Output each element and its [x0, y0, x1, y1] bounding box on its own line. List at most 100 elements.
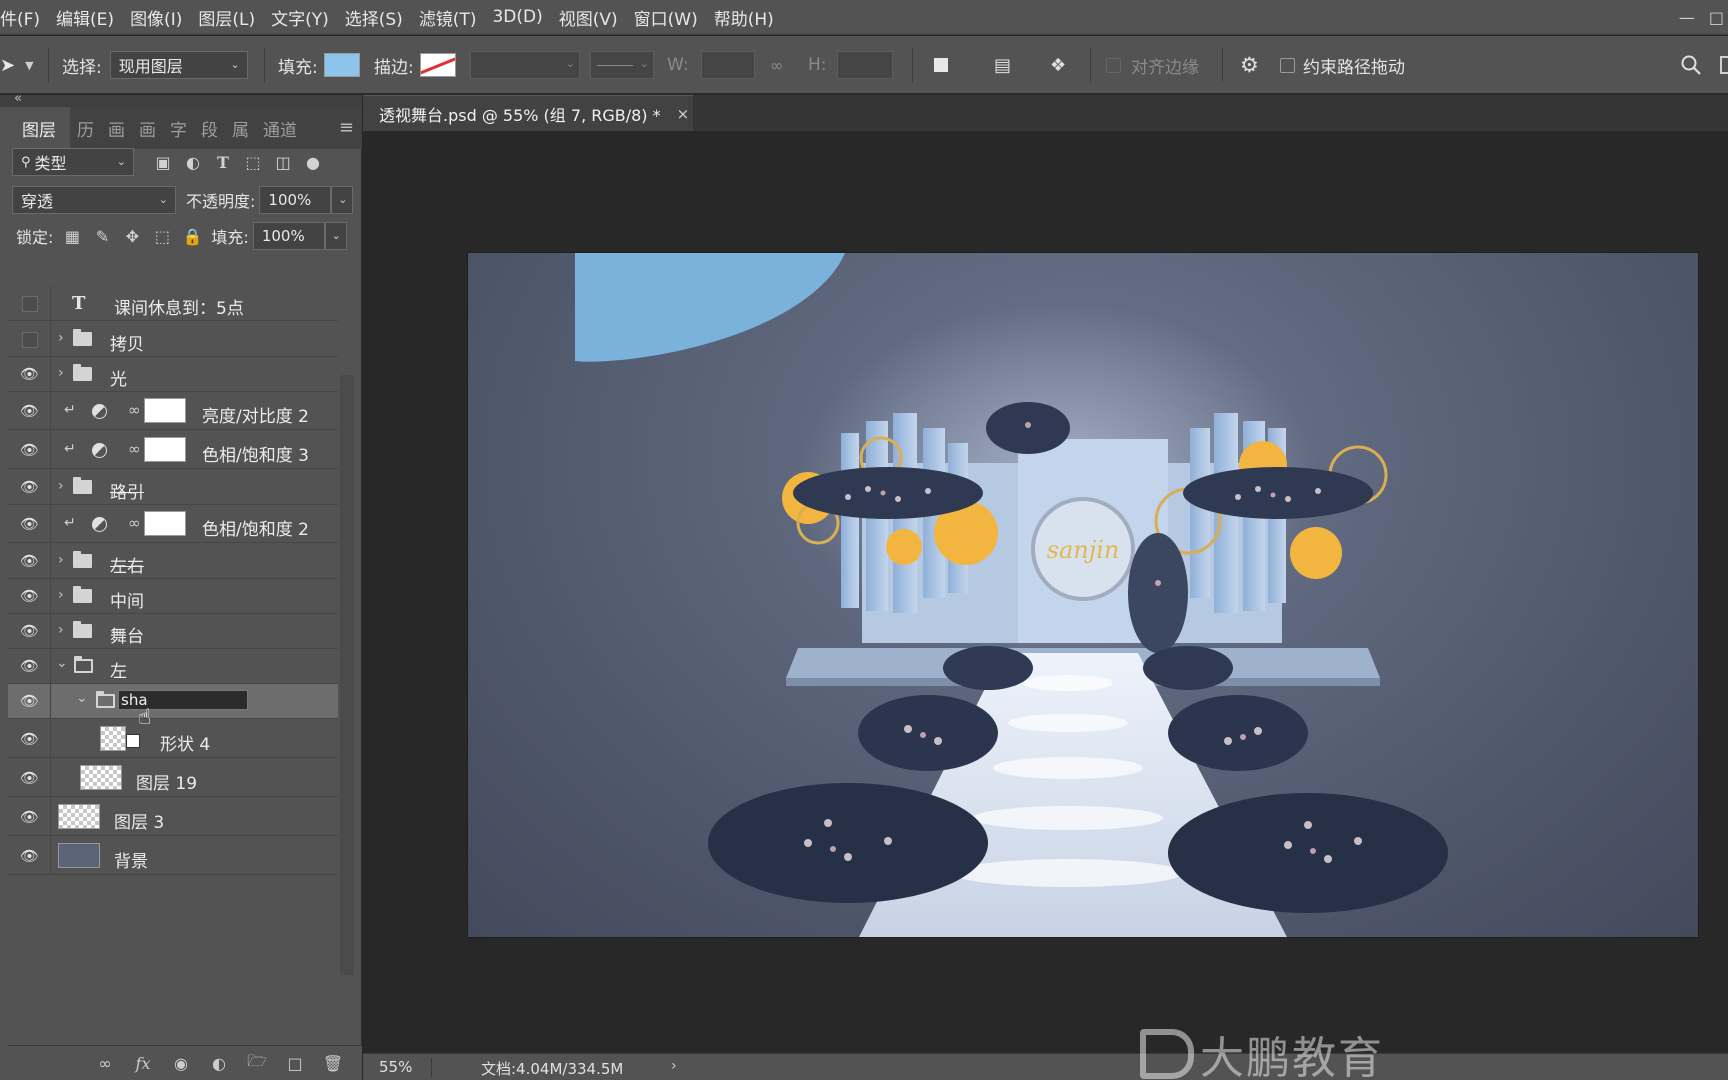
panel-menu-icon[interactable]: ≡ [339, 117, 354, 138]
chevron-right-icon[interactable]: › [58, 478, 64, 494]
eye-icon[interactable]: 👁 [20, 588, 39, 604]
close-icon[interactable]: × [677, 105, 690, 123]
eye-icon[interactable]: 👁 [20, 403, 39, 419]
chevron-right-icon[interactable]: › [58, 365, 64, 381]
filter-type-icon[interactable]: T [208, 153, 238, 172]
chevron-down-icon[interactable]: ⌄ [76, 690, 88, 706]
menu-view[interactable]: 视图(V) [551, 5, 626, 30]
layer-row[interactable]: 👁 图层 3 [8, 798, 338, 836]
layer-row[interactable]: 👁 ↵ ∞ 色相/饱和度 3 [8, 431, 338, 469]
layer-row[interactable]: T 课间休息到：5点 [8, 286, 338, 321]
eye-icon[interactable]: 👁 [20, 366, 39, 382]
tab-paragraph[interactable]: 段 [194, 107, 225, 149]
eye-icon[interactable]: 👁 [20, 848, 39, 864]
layer-row[interactable]: 👁 形状 4 [8, 720, 338, 758]
fill-field[interactable]: 100% [252, 222, 325, 250]
tab-brush[interactable]: 画 [101, 107, 132, 149]
stroke-width-field[interactable]: ⌄ [470, 36, 580, 94]
eye-icon[interactable]: 👁 [20, 731, 39, 747]
filter-toggle-icon[interactable]: ● [298, 153, 328, 172]
tab-layers[interactable]: 图层 [8, 107, 70, 149]
tool-preset[interactable]: ➤ ▼ [0, 36, 34, 94]
tab-channels[interactable]: 通道 [256, 107, 304, 149]
new-layer-icon[interactable]: □ [280, 1054, 310, 1073]
visibility-toggle-off[interactable] [22, 296, 38, 312]
trash-icon[interactable]: 🗑 [318, 1054, 348, 1073]
tab-brush-settings[interactable]: 画 [132, 107, 163, 149]
layer-row[interactable]: 👁 图层 19 [8, 759, 338, 797]
constrain-path-option[interactable]: 约束路径拖动 [1280, 36, 1405, 94]
lock-position-icon[interactable]: ✥ [117, 227, 147, 246]
opacity-field[interactable]: 100% [259, 186, 332, 214]
workspace-icon[interactable] [1720, 36, 1728, 94]
link-layers-icon[interactable]: ∞ [90, 1054, 120, 1073]
tab-properties[interactable]: 属 [225, 107, 256, 149]
canvas[interactable]: sanjin [467, 252, 1699, 938]
path-arrangement-icon[interactable]: ❖ [1050, 36, 1066, 94]
width-field[interactable] [700, 51, 755, 79]
menu-3d[interactable]: 3D(D) [484, 7, 550, 27]
layer-mask-thumbnail[interactable] [144, 437, 186, 462]
fill-slider-toggle[interactable]: ⌄ [324, 222, 347, 250]
layer-row[interactable]: 👁 › 中间 [8, 579, 338, 614]
menu-layer[interactable]: 图层(L) [190, 5, 263, 30]
menu-image[interactable]: 图像(I) [122, 5, 190, 30]
lock-paint-icon[interactable]: ✎ [87, 227, 117, 246]
tab-character[interactable]: 字 [163, 107, 194, 149]
lock-artboard-icon[interactable]: ⬚ [147, 227, 177, 246]
eye-icon[interactable]: 👁 [20, 809, 39, 825]
path-operations-icon[interactable] [934, 36, 948, 94]
collapse-icon[interactable]: « [14, 91, 22, 106]
menu-select[interactable]: 选择(S) [337, 5, 411, 30]
chevron-right-icon[interactable]: › [58, 330, 64, 346]
eye-icon[interactable]: 👁 [20, 770, 39, 786]
layer-row[interactable]: 👁 背景 [8, 837, 338, 875]
align-edges-checkbox[interactable] [1106, 57, 1121, 73]
fill-color-swatch[interactable] [323, 53, 360, 77]
add-mask-icon[interactable]: ◉ [166, 1054, 196, 1073]
layer-row[interactable]: 👁 › 舞台 [8, 614, 338, 649]
layers-scrollbar[interactable] [340, 375, 354, 975]
eye-icon[interactable]: 👁 [20, 553, 39, 569]
restore-icon[interactable]: □ [1709, 8, 1724, 27]
height-field[interactable] [836, 51, 893, 79]
chevron-right-icon[interactable]: › [58, 622, 64, 638]
new-group-icon[interactable]: 🗁 [242, 1050, 272, 1077]
layer-row[interactable]: 👁 ⌄ 左 [8, 649, 338, 684]
align-edges-option[interactable]: 对齐边缘 [1106, 36, 1199, 94]
panel-collapse-bar[interactable]: « [0, 91, 362, 107]
layer-mask-thumbnail[interactable] [144, 398, 186, 423]
select-dropdown[interactable]: 现用图层 ⌄ [109, 51, 248, 79]
tab-history[interactable]: 历 [70, 107, 101, 149]
filter-kind-dropdown[interactable]: ⚲ 类型 ⌄ [12, 148, 134, 176]
eye-icon[interactable]: 👁 [20, 693, 39, 709]
eye-icon[interactable]: 👁 [20, 442, 39, 458]
layer-thumbnail[interactable] [80, 765, 122, 790]
lock-all-icon[interactable]: 🔒 [177, 227, 207, 246]
path-alignment-icon[interactable]: ▤ [994, 36, 1011, 94]
layer-row[interactable]: 👁 ↵ ∞ 亮度/对比度 2 [8, 392, 338, 430]
stroke-type-dropdown[interactable]: ⌄ [590, 36, 654, 94]
layer-mask-thumbnail[interactable] [144, 511, 186, 536]
filter-adjustment-icon[interactable]: ◐ [178, 153, 208, 172]
eye-icon[interactable]: 👁 [20, 516, 39, 532]
link-dimensions-icon[interactable]: ∞ [770, 36, 783, 94]
layer-row[interactable]: › 拷贝 [8, 322, 338, 357]
layer-row[interactable]: 👁 ↵ ∞ 色相/饱和度 2 [8, 505, 338, 543]
stroke-color-swatch[interactable] [419, 53, 456, 77]
filter-shape-icon[interactable]: ⬚ [238, 153, 268, 172]
filter-pixel-icon[interactable]: ▣ [148, 153, 178, 172]
menu-file[interactable]: 件(F) [0, 5, 48, 30]
menu-type[interactable]: 文字(Y) [263, 5, 337, 30]
filter-smart-object-icon[interactable]: ◫ [268, 153, 298, 172]
eye-icon[interactable]: 👁 [20, 479, 39, 495]
zoom-level[interactable]: 55% [379, 1058, 412, 1076]
lock-transparent-icon[interactable]: ▦ [57, 227, 87, 246]
menu-help[interactable]: 帮助(H) [706, 5, 782, 30]
layer-thumbnail[interactable] [58, 804, 100, 829]
menu-filter[interactable]: 滤镜(T) [411, 5, 485, 30]
layer-row[interactable]: 👁 › 路引 [8, 470, 338, 505]
layer-row[interactable]: 👁 › 左右 [8, 544, 338, 579]
new-adjustment-icon[interactable]: ◐ [204, 1054, 234, 1073]
visibility-toggle-off[interactable] [22, 332, 38, 348]
